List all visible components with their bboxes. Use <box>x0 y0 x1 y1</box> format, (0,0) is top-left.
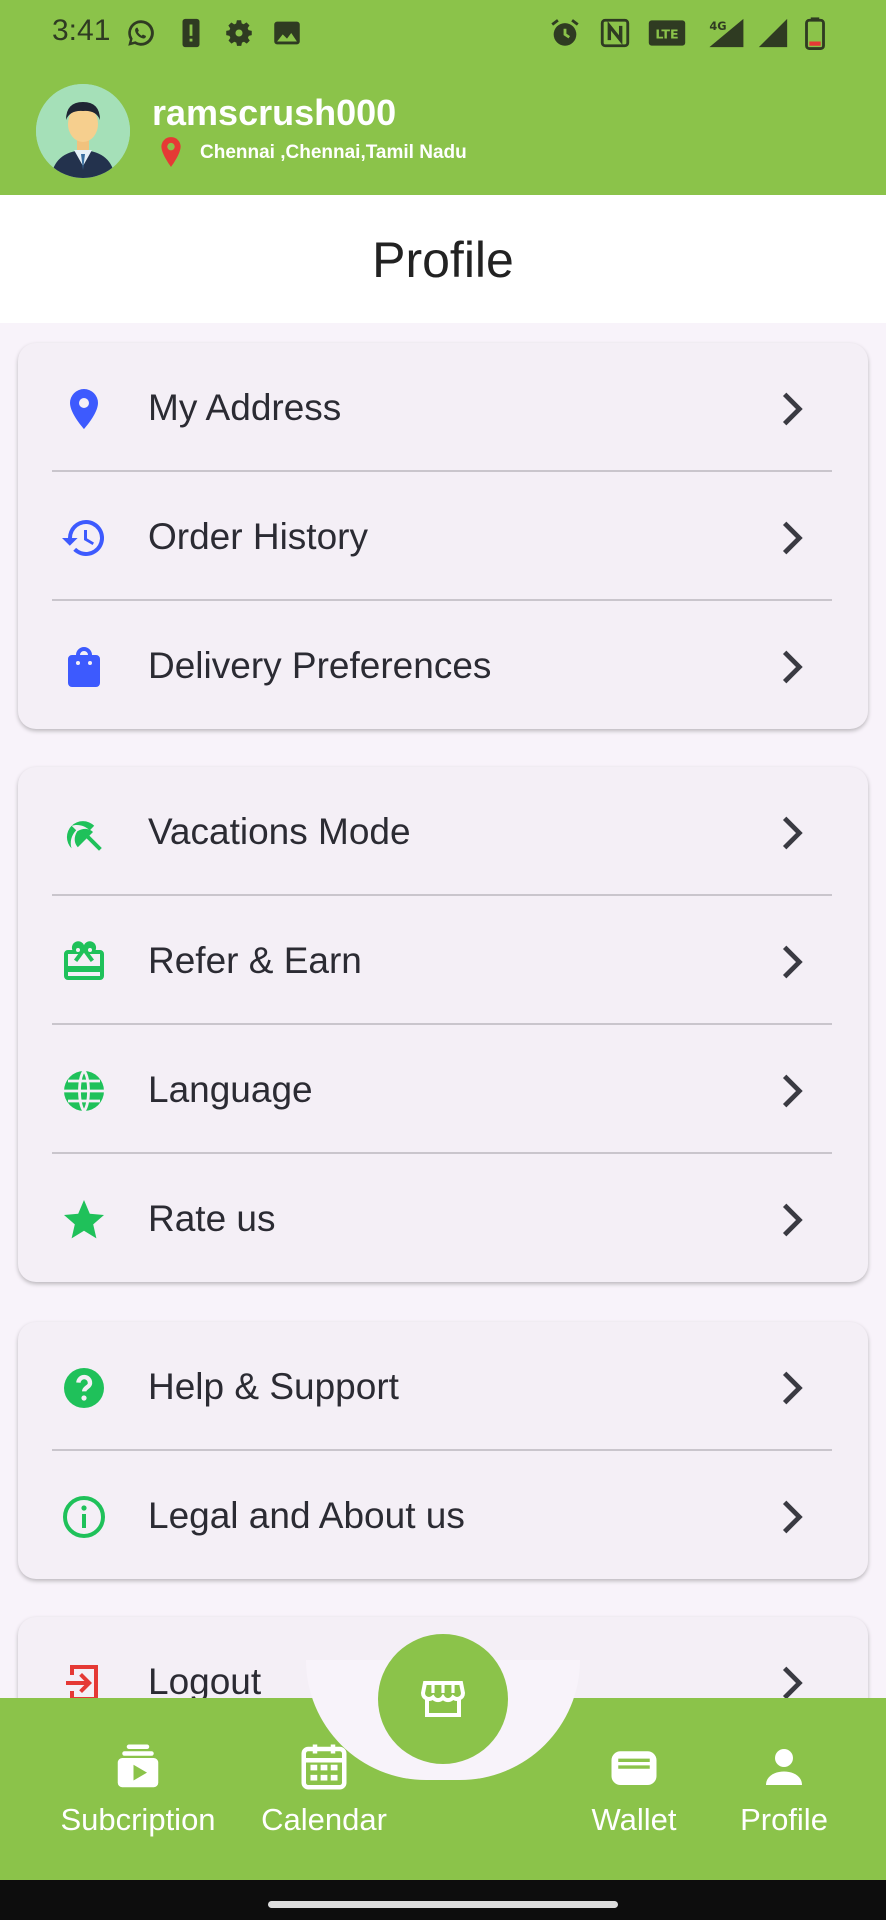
status-time: 3:41 <box>52 14 111 47</box>
nav-calendar[interactable]: Calendar <box>229 1740 419 1870</box>
menu-item-label: Rate us <box>148 1198 276 1239</box>
menu-item-label: Logout <box>148 1661 262 1702</box>
chevron-right-icon <box>782 1500 803 1534</box>
menu-item-legal-about[interactable]: Legal and About us <box>18 1451 868 1580</box>
nav-label: Profile <box>740 1802 828 1837</box>
whatsapp-icon <box>128 20 154 46</box>
menu-item-refer-earn[interactable]: Refer & Earn <box>18 896 868 1025</box>
svg-text:4G: 4G <box>709 19 726 33</box>
gift-card-icon <box>64 941 104 980</box>
menu-item-order-history[interactable]: Order History <box>18 472 868 601</box>
nav-label: Subcription <box>60 1802 216 1837</box>
4g-signal-icon: 4G <box>709 18 744 48</box>
menu-card-preferences: Vacations Mode Refer & Earn Language Rat… <box>18 767 868 1282</box>
calendar-icon <box>301 1744 347 1790</box>
shopping-bag-icon <box>68 647 100 687</box>
chevron-right-icon <box>782 392 803 426</box>
app-header: 3:41 LTE 4G ramscrush000 Chennai ,Chenna… <box>0 0 886 195</box>
wallet-icon <box>611 1751 657 1785</box>
signal-icon <box>758 18 788 48</box>
gear-icon <box>226 20 252 46</box>
user-info[interactable]: ramscrush000 Chennai ,Chennai,Tamil Nadu <box>36 84 856 180</box>
menu-item-label: Delivery Preferences <box>148 645 492 686</box>
nav-subscription[interactable]: Subcription <box>43 1740 233 1870</box>
globe-icon <box>64 1070 104 1112</box>
home-gesture-handle[interactable] <box>268 1901 618 1908</box>
menu-item-my-address[interactable]: My Address <box>18 343 868 472</box>
beach-umbrella-icon <box>66 821 102 851</box>
alarm-icon <box>551 19 579 46</box>
menu-item-label: Legal and About us <box>148 1495 465 1536</box>
help-icon <box>64 1368 104 1408</box>
menu-item-label: Order History <box>148 516 368 557</box>
battery-icon <box>805 17 825 50</box>
location-pin-icon <box>161 137 181 167</box>
menu-item-language[interactable]: Language <box>18 1025 868 1154</box>
chevron-right-icon <box>782 521 803 555</box>
menu-item-label: My Address <box>148 387 342 428</box>
alert-icon <box>182 18 200 48</box>
menu-item-label: Refer & Earn <box>148 940 362 981</box>
menu-item-delivery-preferences[interactable]: Delivery Preferences <box>18 601 868 730</box>
menu-item-help-support[interactable]: Help & Support <box>18 1322 868 1451</box>
chevron-right-icon <box>782 1074 803 1108</box>
menu-item-label: Language <box>148 1069 313 1110</box>
system-nav-bar <box>0 1880 886 1920</box>
person-icon <box>766 1749 802 1785</box>
menu-card-support: Help & Support Legal and About us <box>18 1322 868 1579</box>
username: ramscrush000 <box>152 92 397 133</box>
svg-text:LTE: LTE <box>655 27 678 42</box>
chevron-right-icon <box>782 1203 803 1237</box>
star-icon <box>64 1200 104 1239</box>
avatar[interactable] <box>36 84 130 178</box>
menu-item-vacations-mode[interactable]: Vacations Mode <box>18 767 868 896</box>
nav-label: Calendar <box>261 1802 387 1837</box>
menu-item-rate-us[interactable]: Rate us <box>18 1154 868 1283</box>
menu-item-label: Help & Support <box>148 1366 399 1407</box>
chevron-right-icon <box>782 650 803 684</box>
nav-profile[interactable]: Profile <box>689 1740 879 1870</box>
page-title-bar: Profile <box>0 195 886 323</box>
nfc-icon <box>600 18 630 48</box>
image-icon <box>274 21 300 45</box>
store-icon <box>420 1681 466 1717</box>
info-icon <box>63 1496 105 1538</box>
menu-item-label: Vacations Mode <box>148 811 411 852</box>
history-icon <box>62 520 105 556</box>
volte-icon: LTE <box>648 20 686 46</box>
subscription-icon <box>117 1744 159 1788</box>
chevron-right-icon <box>782 1371 803 1405</box>
user-location: Chennai ,Chennai,Tamil Nadu <box>200 142 467 163</box>
location-pin-icon <box>70 389 98 429</box>
chevron-right-icon <box>782 816 803 850</box>
menu-card-account: My Address Order History Delivery Prefer… <box>18 343 868 729</box>
chevron-right-icon <box>782 945 803 979</box>
page-title: Profile <box>372 232 514 288</box>
status-bar: 3:41 LTE 4G <box>0 0 886 66</box>
